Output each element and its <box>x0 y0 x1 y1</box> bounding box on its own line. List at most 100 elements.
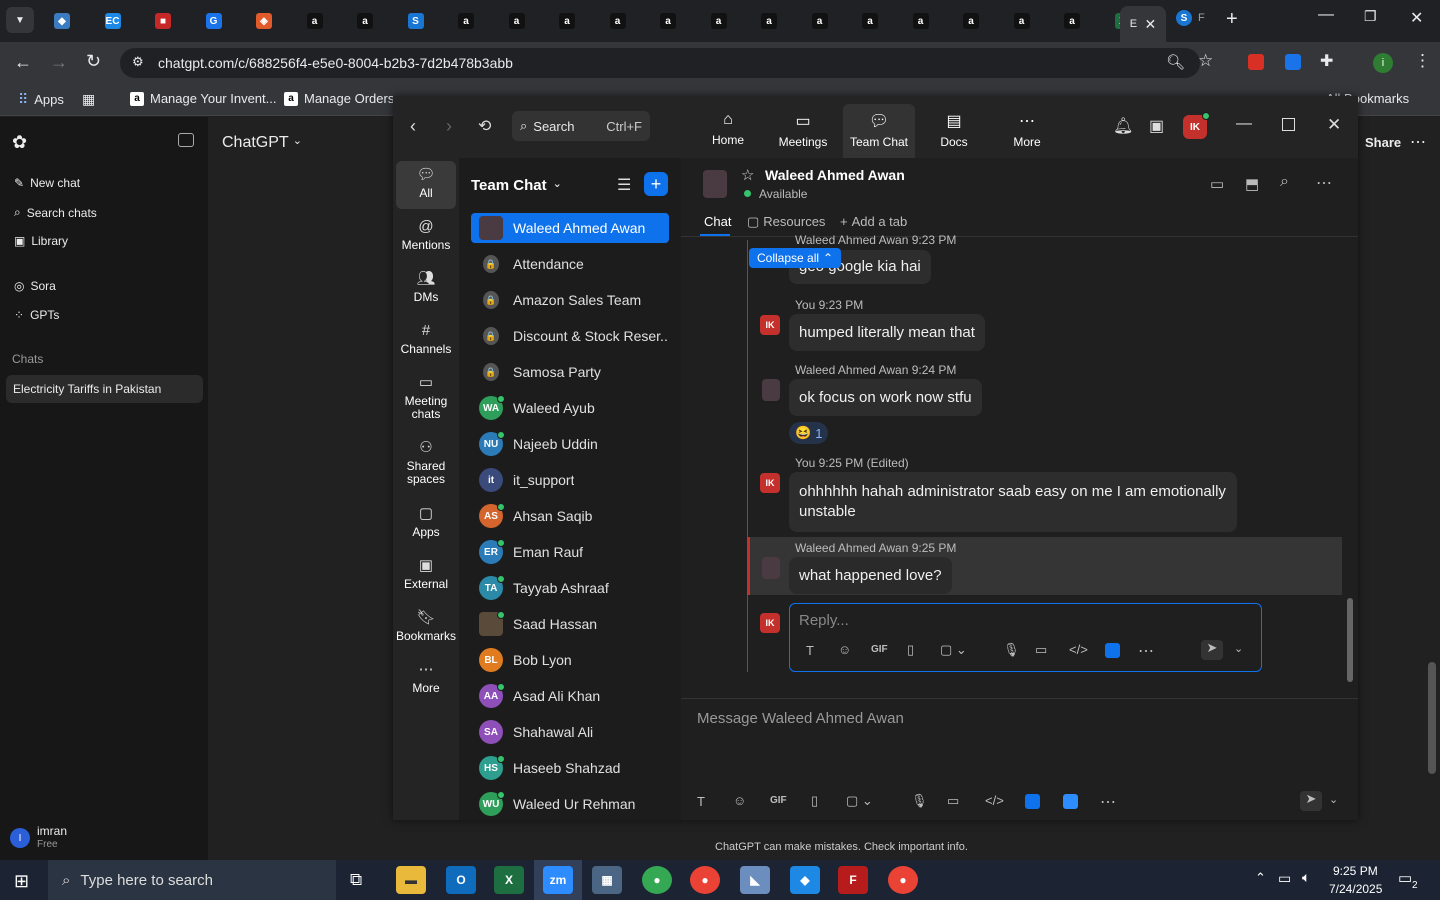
screenshot-icon[interactable]: ▢ ⌄ <box>940 642 967 658</box>
format-text-icon[interactable]: T <box>697 794 705 809</box>
chat-list-item[interactable]: Waleed Ahmed Awan <box>471 213 669 243</box>
share-screen-icon[interactable]: ⬒ <box>1245 175 1259 193</box>
browser-tab[interactable]: a <box>343 6 387 36</box>
rail-shared-spaces[interactable]: ⚇ Shared spaces <box>396 440 456 486</box>
file-icon[interactable]: ▯ <box>907 642 914 658</box>
team-chat-dropdown[interactable]: Team Chat ⌄ <box>471 177 562 194</box>
tab-chat[interactable]: Chat <box>704 214 731 229</box>
calculator-icon[interactable]: ▦ <box>592 866 622 894</box>
new-chat-button[interactable]: ✎ New chat <box>14 176 80 190</box>
browser-tab[interactable]: ■ <box>141 6 185 36</box>
browser-tab[interactable]: a <box>697 6 741 36</box>
zoom-maximize-icon[interactable] <box>1282 118 1295 131</box>
bookmark-apps[interactable]: ⠿ Apps <box>18 91 64 108</box>
emoji-icon[interactable]: ☺ <box>733 793 746 808</box>
tab-add[interactable]: + Add a tab <box>840 214 907 229</box>
zoom-app-icon[interactable]: zm <box>543 866 573 894</box>
sender-avatar[interactable]: IK <box>760 473 780 493</box>
chat-list-item[interactable]: AA Asad Ali Khan <box>471 681 669 711</box>
browser-tab[interactable]: G <box>192 6 236 36</box>
chat-list-item[interactable]: AS Ahsan Saqib <box>471 501 669 531</box>
browser-tab[interactable]: a <box>495 6 539 36</box>
browser-tab[interactable]: EC <box>91 6 135 36</box>
search-chats-button[interactable]: ⌕ Search chats <box>14 205 97 220</box>
calendar-icon[interactable]: ▣ <box>1149 116 1164 136</box>
chat-list-item[interactable]: 🔒 Attendance <box>471 249 669 279</box>
star-icon[interactable]: ☆ <box>741 166 754 184</box>
send-button[interactable]: ➤ <box>1300 791 1322 811</box>
scrollbar[interactable] <box>1428 662 1436 774</box>
minimize-window-icon[interactable]: — <box>1318 6 1334 24</box>
new-chat-plus-button[interactable]: + <box>644 172 668 196</box>
message-bubble[interactable]: humped literally mean that <box>789 314 985 351</box>
zoom-docs-icon[interactable] <box>1105 643 1120 658</box>
forward-arrow-icon[interactable]: → <box>50 52 68 73</box>
chat-list-item[interactable]: NU Najeeb Uddin <box>471 429 669 459</box>
nav-docs[interactable]: ▤ Docs <box>918 111 990 149</box>
chrome-profile-icon[interactable]: ● <box>690 866 720 894</box>
message-bubble[interactable]: ok focus on work now stfu <box>789 379 982 416</box>
chat-list-item[interactable]: Saad Hassan <box>471 609 669 639</box>
browser-tab[interactable]: a <box>1050 6 1094 36</box>
send-options-icon[interactable]: ⌄ <box>1234 642 1243 655</box>
browser-tab[interactable]: ◈ <box>242 6 286 36</box>
zoom-icon[interactable]: 🔍︎ <box>1166 53 1185 71</box>
sender-avatar[interactable] <box>762 557 780 579</box>
browser-tab[interactable]: a <box>545 6 589 36</box>
app-icon[interactable]: ◣ <box>740 866 770 894</box>
active-tab[interactable]: E ✕ <box>1120 6 1166 42</box>
volume-icon[interactable]: 🔈︎ <box>1302 869 1310 886</box>
rail-external[interactable]: ▣ External <box>396 558 456 591</box>
zoom-profile-avatar[interactable]: IK <box>1183 112 1210 139</box>
rail-all[interactable]: 💬︎ All <box>396 167 456 200</box>
chat-list-item[interactable]: it it_support <box>471 465 669 495</box>
chat-list-item[interactable]: WA Waleed Ayub <box>471 393 669 423</box>
chat-list-item[interactable]: SA Shahawal Ali <box>471 717 669 747</box>
gif-icon[interactable]: GIF <box>871 644 888 655</box>
tab-search-button[interactable]: ▼ <box>6 7 34 33</box>
back-arrow-icon[interactable]: ← <box>14 52 32 73</box>
zoom-forward-icon[interactable]: › <box>446 116 452 137</box>
network-icon[interactable]: ▭ <box>1278 870 1291 887</box>
collapse-all-button[interactable]: Collapse all ⌃ <box>749 248 842 268</box>
zoom-minimize-icon[interactable]: — <box>1236 115 1252 133</box>
browser-tab[interactable]: S <box>394 6 438 36</box>
chat-history-item[interactable]: Electricity Tariffs in Pakistan <box>6 375 203 403</box>
new-tab-button[interactable]: + <box>1226 8 1238 31</box>
more-tools-icon[interactable]: ⋯ <box>1100 792 1116 812</box>
chat-list-item[interactable]: TA Tayyab Ashraaf <box>471 573 669 603</box>
address-bar[interactable]: ⚙ chatgpt.com/c/688256f4-e5e0-8004-b2b3-… <box>120 48 1200 78</box>
close-tab-icon[interactable]: ✕ <box>1145 16 1157 33</box>
pdf-extension-icon[interactable] <box>1248 54 1264 70</box>
clock-time[interactable]: 9:25 PM <box>1333 864 1378 878</box>
notification-center-icon[interactable]: ▭ <box>1398 869 1412 887</box>
nav-meetings[interactable]: ▭ Meetings <box>767 111 839 149</box>
chat-list-item[interactable]: BL Bob Lyon <box>471 645 669 675</box>
reload-icon[interactable]: ↻ <box>86 51 101 72</box>
chat-scrollbar[interactable] <box>1347 598 1353 682</box>
sender-avatar[interactable] <box>762 379 780 401</box>
rail-more[interactable]: ⋯ More <box>396 662 456 695</box>
send-options-icon[interactable]: ⌄ <box>1329 793 1338 806</box>
contact-avatar[interactable] <box>703 170 727 198</box>
code-icon[interactable]: </> <box>1069 642 1088 657</box>
browser-tab[interactable]: a <box>293 6 337 36</box>
chat-search-icon[interactable]: ⌕ <box>1280 173 1289 191</box>
chat-more-icon[interactable]: ⋯ <box>1316 173 1332 193</box>
browser-tab[interactable]: a <box>596 6 640 36</box>
openai-logo-icon[interactable]: ✿ <box>12 132 27 153</box>
windows-start-icon[interactable]: ⊞ <box>14 871 29 892</box>
sidebar-toggle-icon[interactable] <box>178 133 194 147</box>
bookmark-star-icon[interactable]: ☆ <box>1198 51 1213 71</box>
video-call-icon[interactable]: ▭ <box>1210 175 1224 193</box>
zoom-close-icon[interactable]: ✕ <box>1327 115 1341 135</box>
chat-list-item[interactable]: ER Eman Rauf <box>471 537 669 567</box>
video-message-icon[interactable]: ▭ <box>947 793 959 809</box>
nav-home[interactable]: ⌂ Home <box>692 111 764 147</box>
browser-tab[interactable]: a <box>949 6 993 36</box>
file-explorer-icon[interactable]: ▬ <box>396 866 426 894</box>
taskbar-search-box[interactable]: ⌕ Type here to search <box>48 860 336 900</box>
more-tools-icon[interactable]: ⋯ <box>1138 641 1154 661</box>
extensions-puzzle-icon[interactable]: ✚ <box>1320 51 1333 71</box>
gpts-button[interactable]: ⁘ GPTs <box>14 308 59 322</box>
